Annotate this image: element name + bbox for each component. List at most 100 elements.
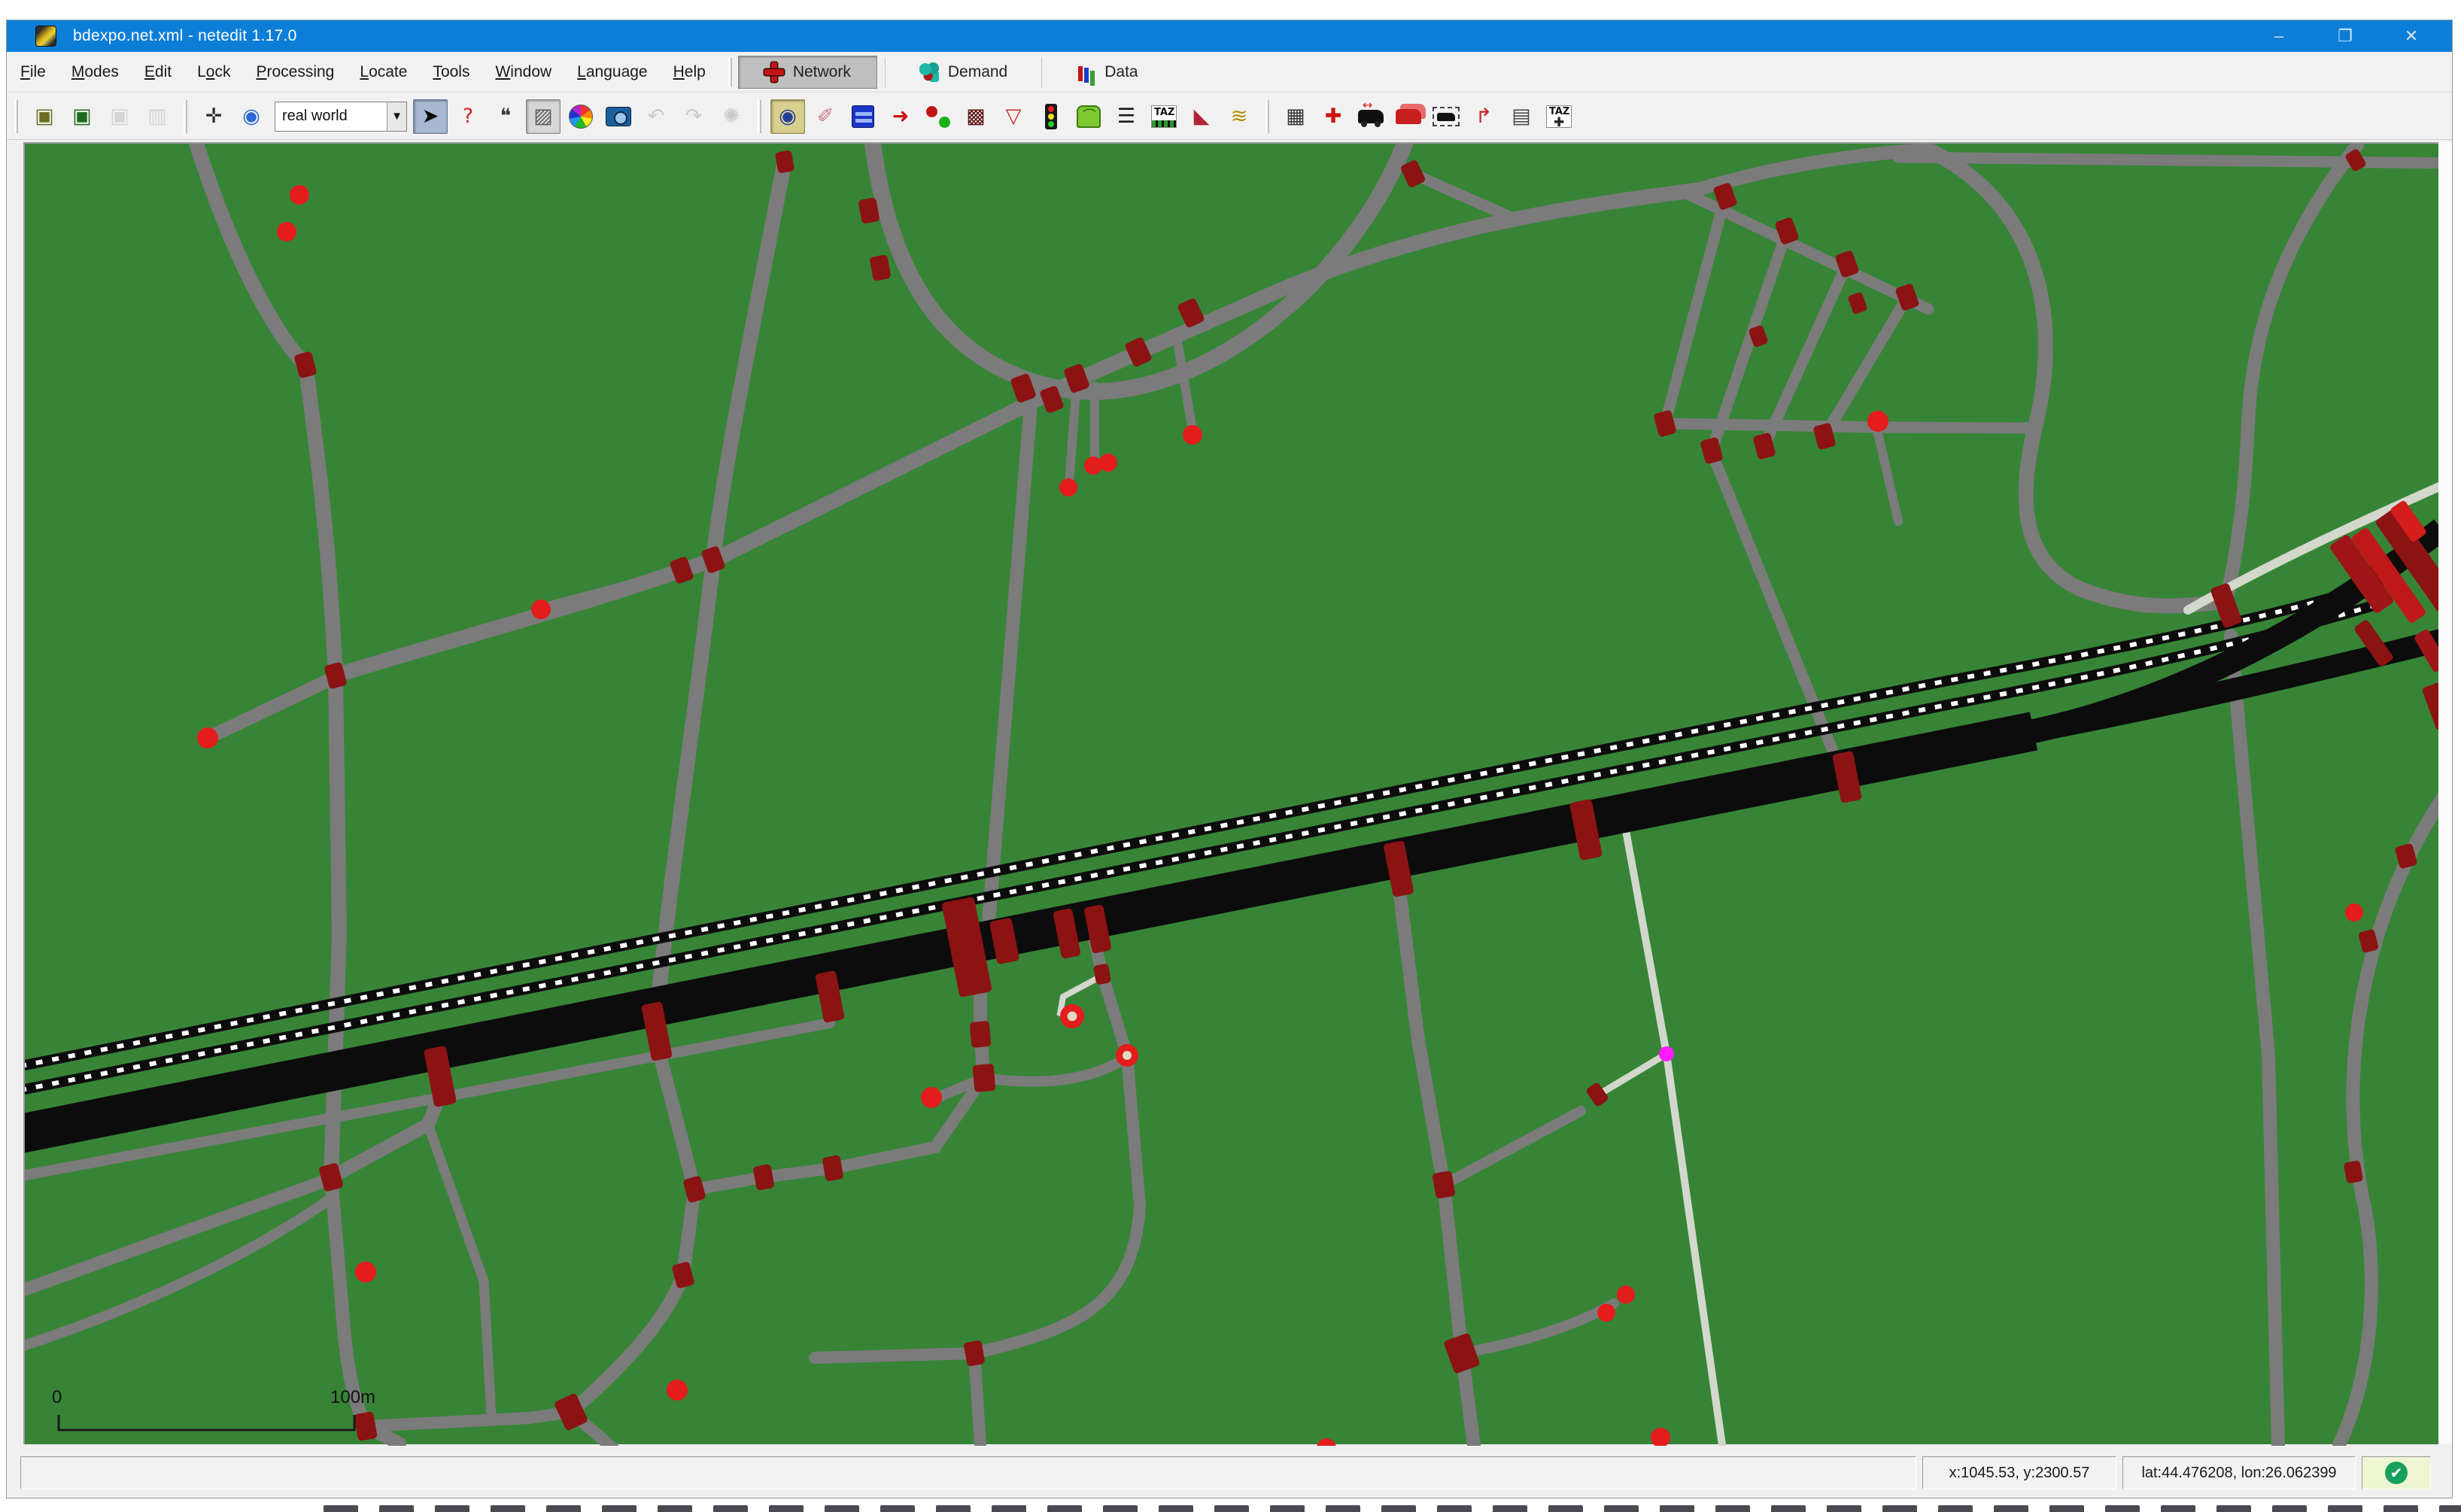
tls-yield-mode-button[interactable]: ▽ <box>996 99 1031 134</box>
taz-fill-button[interactable] <box>1542 99 1576 134</box>
junction[interactable] <box>752 1164 774 1191</box>
junction[interactable] <box>972 1064 995 1092</box>
move-mode-button[interactable] <box>846 99 880 134</box>
junction-bubble[interactable] <box>290 185 309 205</box>
menu-language[interactable]: Language <box>565 57 659 87</box>
vehicle-spread-button[interactable] <box>1391 99 1426 134</box>
junction[interactable] <box>869 254 891 281</box>
junction-bubble-ring[interactable] <box>1060 1004 1084 1028</box>
edge[interactable] <box>1877 430 1898 521</box>
save-network-button[interactable]: ▣ <box>27 99 62 134</box>
zoom-in-button[interactable]: ◉ <box>234 99 269 134</box>
junction-bubble[interactable] <box>1317 1438 1336 1446</box>
edge[interactable] <box>2231 636 2278 1445</box>
junction-bubble[interactable] <box>1183 425 1202 445</box>
edge[interactable] <box>2339 797 2441 1445</box>
show-list-button[interactable]: ▤ <box>1504 99 1539 134</box>
menu-window[interactable]: Window <box>483 57 564 87</box>
railway-edge[interactable] <box>25 604 2378 1097</box>
edge[interactable] <box>208 677 336 738</box>
junction[interactable] <box>970 1021 992 1048</box>
menu-edit[interactable]: Edit <box>132 57 184 87</box>
additional-mode-button[interactable] <box>1071 99 1106 134</box>
save-plain-xml-button[interactable]: ▣ <box>65 99 99 134</box>
edge[interactable] <box>1413 174 1515 219</box>
edge[interactable] <box>1665 196 1725 424</box>
shape-mode-button[interactable]: ◣ <box>1184 99 1219 134</box>
network-map[interactable]: 0100m <box>25 144 2441 1446</box>
inspect-cursor-button[interactable]: ➤ <box>413 99 448 134</box>
menu-help[interactable]: Help <box>661 57 718 87</box>
traffic-light-mode-button[interactable] <box>1034 99 1068 134</box>
maximize-button[interactable]: ❐ <box>2312 20 2378 52</box>
junction-bubble[interactable] <box>277 222 296 241</box>
junction[interactable] <box>1443 1332 1481 1374</box>
menu-file[interactable]: File <box>8 57 58 87</box>
prohibition-mode-button[interactable]: ▩ <box>959 99 993 134</box>
edge[interactable] <box>1665 424 2026 428</box>
junction-shape-button[interactable]: ✚ <box>1316 99 1351 134</box>
edge[interactable] <box>1462 1304 1614 1353</box>
junction-bubble[interactable] <box>1059 478 1077 496</box>
network-canvas[interactable]: 0100m <box>23 142 2440 1444</box>
junction-bubble[interactable] <box>1099 454 1117 472</box>
delete-mode-button[interactable]: ✐ <box>808 99 843 134</box>
snapshot-tool-button[interactable]: ▨ <box>526 99 561 134</box>
minimize-button[interactable]: – <box>2246 20 2312 52</box>
messages-button[interactable]: ❝ <box>488 99 523 134</box>
junction-bubble[interactable] <box>1651 1428 1670 1446</box>
edge[interactable] <box>657 160 785 1014</box>
pan-view-button[interactable]: ✛ <box>196 99 231 134</box>
junction-bubble[interactable] <box>197 727 218 748</box>
edge[interactable] <box>1444 1111 1581 1185</box>
edge[interactable] <box>571 1049 694 1412</box>
edge[interactable] <box>1928 150 2223 606</box>
close-button[interactable]: ✕ <box>2378 20 2444 52</box>
junction[interactable] <box>1585 1082 1609 1107</box>
supermode-network[interactable]: Network <box>738 56 877 89</box>
vehicle-geometry-button[interactable] <box>1429 99 1463 134</box>
taz-mode-button[interactable] <box>1147 99 1181 134</box>
junction-bubble[interactable] <box>1597 1304 1615 1322</box>
selected-point[interactable] <box>1659 1046 1674 1061</box>
menu-lock[interactable]: Lock <box>185 57 242 87</box>
coordinate-system-combo[interactable]: real world▼ <box>275 102 407 132</box>
edge[interactable] <box>713 190 1695 560</box>
help-locate-button[interactable]: ? <box>451 99 485 134</box>
show-turns-button[interactable]: ↱ <box>1466 99 1501 134</box>
menu-processing[interactable]: Processing <box>244 57 346 87</box>
edge[interactable] <box>1824 297 1907 436</box>
junction[interactable] <box>354 1411 378 1441</box>
junction-bubble[interactable] <box>1084 457 1102 475</box>
menu-locate[interactable]: Locate <box>348 57 419 87</box>
junction-bubble-ring[interactable] <box>1116 1044 1138 1067</box>
junction-bubble[interactable] <box>1617 1286 1635 1304</box>
toggle-grid-button[interactable]: ▦ <box>1278 99 1313 134</box>
junction[interactable] <box>963 1340 985 1367</box>
draw-vehicles-button[interactable] <box>1354 99 1388 134</box>
connection-mode-button[interactable] <box>921 99 956 134</box>
edge[interactable] <box>541 572 682 609</box>
junction-bubble[interactable] <box>531 600 551 619</box>
junction-bubble[interactable] <box>1867 411 1888 432</box>
edge[interactable] <box>988 395 1031 931</box>
menu-tools[interactable]: Tools <box>421 57 482 87</box>
pedestrian-edge[interactable] <box>1621 806 1722 1445</box>
inspect-mode-button[interactable]: ◉ <box>770 99 805 134</box>
junction[interactable] <box>1847 291 1868 314</box>
crossing-mode-button[interactable]: ☰ <box>1109 99 1144 134</box>
menu-modes[interactable]: Modes <box>59 57 131 87</box>
junction[interactable] <box>293 351 317 378</box>
junction-bubble[interactable] <box>2345 903 2363 921</box>
chevron-down-icon[interactable]: ▼ <box>387 102 406 131</box>
edge[interactable] <box>974 1353 980 1445</box>
supermode-demand[interactable]: Demand <box>893 56 1034 89</box>
pedestrian-edge[interactable] <box>1599 1054 1666 1095</box>
junction-bubble[interactable] <box>355 1262 376 1283</box>
wire-mode-button[interactable]: ≋ <box>1222 99 1256 134</box>
screenshot-button[interactable] <box>601 99 636 134</box>
junction-bubble[interactable] <box>667 1380 688 1401</box>
color-scheme-button[interactable] <box>564 99 598 134</box>
edge[interactable] <box>984 1058 1125 1082</box>
supermode-data[interactable]: Data <box>1050 56 1164 89</box>
